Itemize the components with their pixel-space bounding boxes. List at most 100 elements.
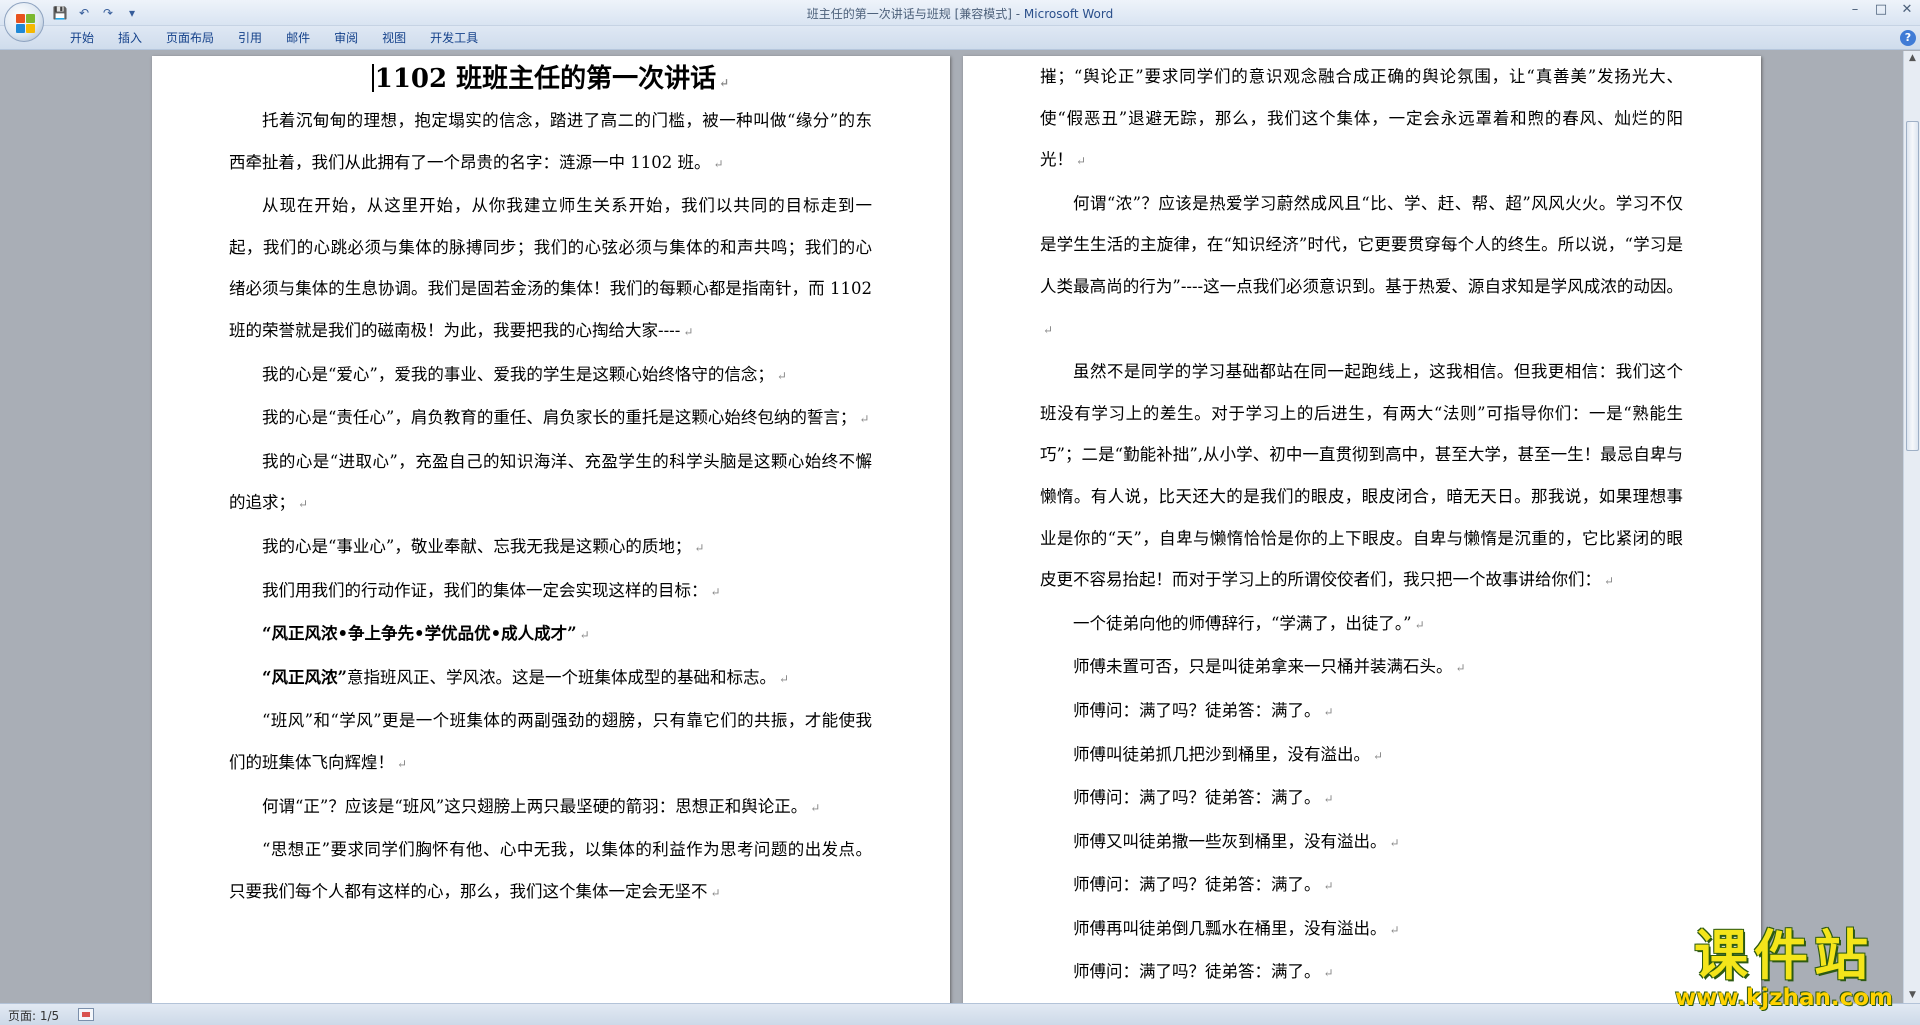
title-bar: 💾 ↶ ↷ ▾ 班主任的第一次讲话与班规 [兼容模式] - Microsoft … xyxy=(0,0,1920,26)
paragraph-mark: ↵ xyxy=(1389,835,1400,850)
ribbon-tab[interactable]: 视图 xyxy=(370,29,418,47)
window-controls: – □ ✕ xyxy=(1842,0,1920,20)
paragraph[interactable]: “思想正”要求同学们胸怀有他、心中无我，以集体的利益作为思考问题的出发点。只要我… xyxy=(229,829,872,914)
document-title[interactable]: 1102 班班主任的第一次讲话 ↵ xyxy=(229,56,872,100)
document-page-2[interactable]: 摧；“舆论正”要求同学们的意识观念融合成正确的舆论氛围，让“真善美”发扬光大、使… xyxy=(963,56,1761,1003)
paragraph[interactable]: 我的心是“事业心”，敬业奉献、忘我无我是这颗心的质地； ↵ xyxy=(229,526,872,570)
paragraph-text: 何谓“浓”？应该是热爱学习蔚然成风且“比、学、赶、帮、超”风风火火。学习不仅是学… xyxy=(1040,193,1683,296)
paragraph[interactable]: 师傅问：满了吗？徒弟答：满了。 ↵ xyxy=(1040,777,1683,821)
paragraph-text: 一个徒弟向他的师傅辞行，“学满了，出徒了。” xyxy=(1073,613,1412,633)
paragraph-mark: ↵ xyxy=(1323,704,1334,719)
paragraph-mark: ↵ xyxy=(810,800,821,815)
paragraph-text: 摧；“舆论正”要求同学们的意识观念融合成正确的舆论氛围，让“真善美”发扬光大、使… xyxy=(1040,67,1683,170)
paragraph-text: 师傅问：满了吗？徒弟答：满了。 xyxy=(1073,788,1321,808)
close-button[interactable]: ✕ xyxy=(1894,0,1920,20)
help-icon[interactable]: ? xyxy=(1900,30,1916,46)
paragraph-text: 师傅未置可否，只是叫徒弟拿来一只桶并装满石头。 xyxy=(1073,657,1453,677)
paragraph-mark: ↵ xyxy=(694,540,705,555)
ribbon-tab[interactable]: 插入 xyxy=(106,29,154,47)
paragraph[interactable]: 从现在开始，从这里开始，从你我建立师生关系开始，我们以共同的目标走到一起，我们的… xyxy=(229,185,872,353)
paragraph[interactable]: 何谓“正”？应该是“班风”这只翅膀上两只最坚硬的箭羽：思想正和舆论正。 ↵ xyxy=(229,786,872,830)
paragraph[interactable]: 托着沉甸甸的理想，抱定塌实的信念，踏进了高二的门槛，被一种叫做“缘分”的东西牵扯… xyxy=(229,100,872,185)
office-button[interactable] xyxy=(4,2,44,42)
document-workspace[interactable]: 1102 班班主任的第一次讲话 ↵ 托着沉甸甸的理想，抱定塌实的信念，踏进了高二的… xyxy=(0,51,1903,1003)
proofing-status-icon[interactable] xyxy=(78,1008,94,1021)
paragraph-mark: ↵ xyxy=(1373,748,1384,763)
paragraph[interactable]: 虽然不是同学的学习基础都站在同一起跑线上，这我相信。但我更相信：我们这个班没有学… xyxy=(1040,351,1683,603)
ribbon-tab[interactable]: 页面布局 xyxy=(154,29,226,47)
paragraph[interactable]: 一个徒弟向他的师傅辞行，“学满了，出徒了。” ↵ xyxy=(1040,603,1683,647)
ribbon-tab[interactable]: 邮件 xyxy=(274,29,322,47)
office-logo-square xyxy=(16,24,25,33)
paragraph[interactable]: “风正风浓”意指班风正、学风浓。这是一个班集体成型的基础和标志。 ↵ xyxy=(229,657,872,701)
paragraph[interactable]: 何谓“浓”？应该是热爱学习蔚然成风且“比、学、赶、帮、超”风风火火。学习不仅是学… xyxy=(1040,183,1683,351)
paragraph-text: 我的心是“进取心”，充盈自己的知识海洋、充盈学生的科学头脑是这颗心始终不懈的追求… xyxy=(229,451,872,513)
ribbon-tab[interactable]: 开发工具 xyxy=(418,29,490,47)
paragraph-text: 我们用我们的行动作证，我们的集体一定会实现这样的目标： xyxy=(262,580,708,600)
paragraph-mark: ↵ xyxy=(1604,574,1615,589)
paragraph-text: 托着沉甸甸的理想，抱定塌实的信念，踏进了高二的门槛，被一种叫做“缘分”的东西牵扯… xyxy=(229,111,872,172)
ribbon-tab[interactable]: 开始 xyxy=(58,29,106,47)
page-2-content[interactable]: 摧；“舆论正”要求同学们的意识观念融合成正确的舆论氛围，让“真善美”发扬光大、使… xyxy=(1040,56,1683,995)
paragraph[interactable]: 师傅又叫徒弟撒一些灰到桶里，没有溢出。 ↵ xyxy=(1040,821,1683,865)
paragraph-text: 何谓“正”？应该是“班风”这只翅膀上两只最坚硬的箭羽：思想正和舆论正。 xyxy=(262,796,808,816)
office-logo-square xyxy=(26,24,35,33)
paragraph-text: “思想正”要求同学们胸怀有他、心中无我，以集体的利益作为思考问题的出发点。只要我… xyxy=(229,840,872,901)
ribbon-tab[interactable]: 审阅 xyxy=(322,29,370,47)
paragraph-mark: ↵ xyxy=(713,156,724,171)
paragraph[interactable]: 我的心是“责任心”，肩负教育的重任、肩负家长的重托是这颗心始终包纳的誓言； ↵ xyxy=(229,397,872,441)
paragraph[interactable]: 师傅未置可否，只是叫徒弟拿来一只桶并装满石头。 ↵ xyxy=(1040,646,1683,690)
paragraph[interactable]: 我的心是“进取心”，充盈自己的知识海洋、充盈学生的科学头脑是这颗心始终不懈的追求… xyxy=(229,441,872,526)
vertical-scrollbar[interactable]: ▲ ▼ xyxy=(1903,51,1920,1003)
scrollbar-thumb[interactable] xyxy=(1906,121,1919,451)
paragraph-text: 师傅问：满了吗？徒弟答：满了。 xyxy=(1073,875,1321,895)
paragraph-mark: ↵ xyxy=(1043,322,1054,337)
paragraph[interactable]: 师傅问：满了吗？徒弟答：满了。 ↵ xyxy=(1040,690,1683,734)
paragraph-mark: ↵ xyxy=(1455,661,1466,676)
bold-text: “风正风浓•争上争先•学优品优•成人成才” xyxy=(262,624,577,644)
paragraph-mark: ↵ xyxy=(579,628,590,643)
minimize-button[interactable]: – xyxy=(1842,0,1868,20)
paragraph-text: 师傅问：满了吗？徒弟答：满了。 xyxy=(1073,700,1321,720)
paragraph-mark: ↵ xyxy=(710,885,721,900)
text-cursor xyxy=(371,64,374,92)
ribbon-tab-bar: 开始 插入 页面布局 引用 邮件 审阅 视图 开发工具 ? xyxy=(0,26,1920,50)
maximize-button[interactable]: □ xyxy=(1868,0,1894,20)
watermark-text: 课件站 xyxy=(1694,924,1874,987)
paragraph[interactable]: “班风”和“学风”更是一个班集体的两副强劲的翅膀，只有靠它们的共振，才能使我们的… xyxy=(229,700,872,785)
paragraph[interactable]: 师傅再叫徒弟倒几瓢水在桶里，没有溢出。 ↵ xyxy=(1040,908,1683,952)
office-logo-icon xyxy=(16,14,25,23)
watermark-url: www.kjzhan.com xyxy=(1675,985,1893,1011)
paragraph-text: 师傅问：满了吗？徒弟答：满了。 xyxy=(1073,962,1321,982)
paragraph-text: 意指班风正、学风浓。这是一个班集体成型的基础和标志。 xyxy=(346,667,776,687)
paragraph-mark: ↵ xyxy=(1389,922,1400,937)
paragraph-mark: ↵ xyxy=(298,497,309,512)
paragraph[interactable]: 我的心是“爱心”，爱我的事业、爱我的学生是这颗心始终恪守的信念； ↵ xyxy=(229,354,872,398)
scroll-up-icon[interactable]: ▲ xyxy=(1905,51,1920,66)
paragraph-text: 师傅又叫徒弟撒一些灰到桶里，没有溢出。 xyxy=(1073,831,1387,851)
paragraph-mark: ↵ xyxy=(1323,879,1334,894)
paragraph-mark: ↵ xyxy=(778,671,790,686)
paragraph[interactable]: 师傅问：满了吗？徒弟答：满了。 ↵ xyxy=(1040,951,1683,995)
site-watermark: 课件站 www.kjzhan.com xyxy=(1668,924,1900,1012)
page-1-content[interactable]: 1102 班班主任的第一次讲话 ↵ 托着沉甸甸的理想，抱定塌实的信念，踏进了高二的… xyxy=(229,56,872,914)
scroll-down-icon[interactable]: ▼ xyxy=(1905,988,1920,1003)
paragraph[interactable]: “风正风浓•争上争先•学优品优•成人成才” ↵ xyxy=(229,613,872,657)
page-indicator[interactable]: 页面: 1/5 xyxy=(8,1007,59,1024)
paragraph[interactable]: 师傅问：满了吗？徒弟答：满了。 ↵ xyxy=(1040,864,1683,908)
paragraph[interactable]: 我们用我们的行动作证，我们的集体一定会实现这样的目标： ↵ xyxy=(229,570,872,614)
paragraph[interactable]: 师傅叫徒弟抓几把沙到桶里，没有溢出。 ↵ xyxy=(1040,734,1683,778)
document-name: 班主任的第一次讲话与班规 [兼容模式] - xyxy=(806,7,1024,21)
ribbon-tabs: 开始 插入 页面布局 引用 邮件 审阅 视图 开发工具 xyxy=(58,29,490,47)
ribbon-tab[interactable]: 引用 xyxy=(226,29,274,47)
paragraph-mark: ↵ xyxy=(1076,154,1087,169)
paragraph[interactable]: 摧；“舆论正”要求同学们的意识观念融合成正确的舆论氛围，让“真善美”发扬光大、使… xyxy=(1040,56,1683,183)
paragraph-mark: ↵ xyxy=(1414,617,1425,632)
bold-text: “风正风浓” xyxy=(262,667,347,687)
paragraph-text: 师傅再叫徒弟倒几瓢水在桶里，没有溢出。 xyxy=(1073,918,1387,938)
window-title: 班主任的第一次讲话与班规 [兼容模式] - Microsoft Word xyxy=(0,5,1920,22)
status-bar: 页面: 1/5 xyxy=(0,1003,1920,1025)
paragraph-mark: ↵ xyxy=(397,756,408,771)
document-page-1[interactable]: 1102 班班主任的第一次讲话 ↵ 托着沉甸甸的理想，抱定塌实的信念，踏进了高二的… xyxy=(152,56,950,1003)
paragraph-text: 虽然不是同学的学习基础都站在同一起跑线上，这我相信。但我更相信：我们这个班没有学… xyxy=(1040,362,1683,590)
